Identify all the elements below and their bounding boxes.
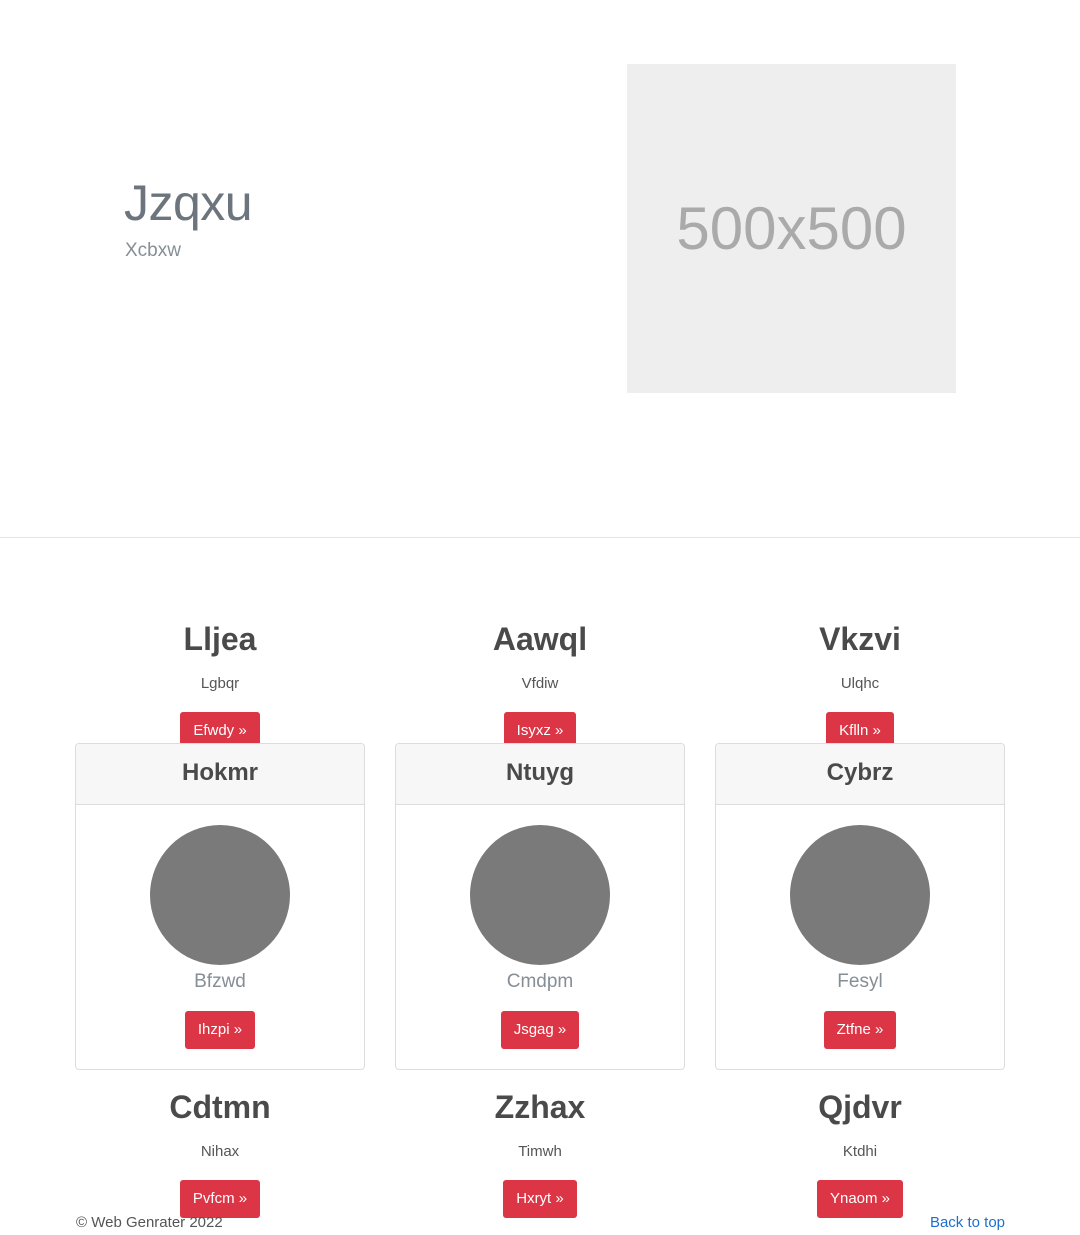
card-text: Bfzwd: [194, 971, 246, 992]
feature-column: Qjdvr Ktdhi Ynaom »: [715, 1088, 1005, 1218]
profile-card: Ntuyg Cmdpm Jsgag »: [395, 743, 685, 1070]
card-header: Cybrz: [716, 744, 1004, 805]
hero-placeholder-image: 500x500: [627, 64, 956, 393]
feature-title: Vkzvi: [819, 621, 901, 657]
card-button[interactable]: Ihzpi »: [184, 1011, 256, 1049]
card-text: Cmdpm: [506, 971, 574, 992]
feature-text: Timwh: [518, 1143, 562, 1160]
card-header: Ntuyg: [396, 744, 684, 805]
footer-copyright: © Web Genrater 2022: [76, 1214, 223, 1231]
feature-button[interactable]: Ynaom »: [816, 1180, 904, 1218]
feature-button[interactable]: Pvfcm »: [179, 1180, 261, 1218]
feature-text: Vfdiw: [521, 675, 559, 692]
feature-column: Zzhax Timwh Hxryt »: [395, 1088, 685, 1218]
feature-column: Cdtmn Nihax Pvfcm »: [75, 1088, 365, 1218]
feature-column: Vkzvi Ulqhc Kflln »: [715, 620, 1005, 750]
section-divider: [0, 537, 1080, 538]
feature-text: Ktdhi: [842, 1143, 878, 1160]
card-button[interactable]: Ztfne »: [823, 1011, 897, 1049]
feature-text: Nihax: [200, 1143, 240, 1160]
feature-title: Qjdvr: [818, 1089, 902, 1125]
avatar: [790, 825, 930, 965]
card-body: Cmdpm Jsgag »: [396, 805, 684, 1049]
feature-title: Aawql: [492, 621, 588, 657]
card-button[interactable]: Jsgag »: [500, 1011, 580, 1049]
feature-text: Ulqhc: [840, 675, 880, 692]
avatar: [150, 825, 290, 965]
hero-subtitle: Xcbxw: [125, 240, 181, 261]
feature-button[interactable]: Hxryt »: [503, 1180, 577, 1218]
card-body: Fesyl Ztfne »: [716, 805, 1004, 1049]
card-header: Hokmr: [76, 744, 364, 805]
feature-title: Lljea: [183, 621, 257, 657]
avatar: [470, 825, 610, 965]
hero-image-label: 500x500: [676, 194, 907, 262]
back-to-top-link[interactable]: Back to top: [930, 1214, 1005, 1231]
hero-title: Jzqxu: [124, 175, 253, 231]
feature-title: Zzhax: [494, 1089, 586, 1125]
profile-card: Cybrz Fesyl Ztfne »: [715, 743, 1005, 1070]
profile-card: Hokmr Bfzwd Ihzpi »: [75, 743, 365, 1070]
feature-column: Lljea Lgbqr Efwdy »: [75, 620, 365, 750]
feature-column: Aawql Vfdiw Isyxz »: [395, 620, 685, 750]
feature-text: Lgbqr: [200, 675, 240, 692]
card-text: Fesyl: [837, 971, 883, 992]
feature-title: Cdtmn: [169, 1089, 271, 1125]
card-body: Bfzwd Ihzpi »: [76, 805, 364, 1049]
